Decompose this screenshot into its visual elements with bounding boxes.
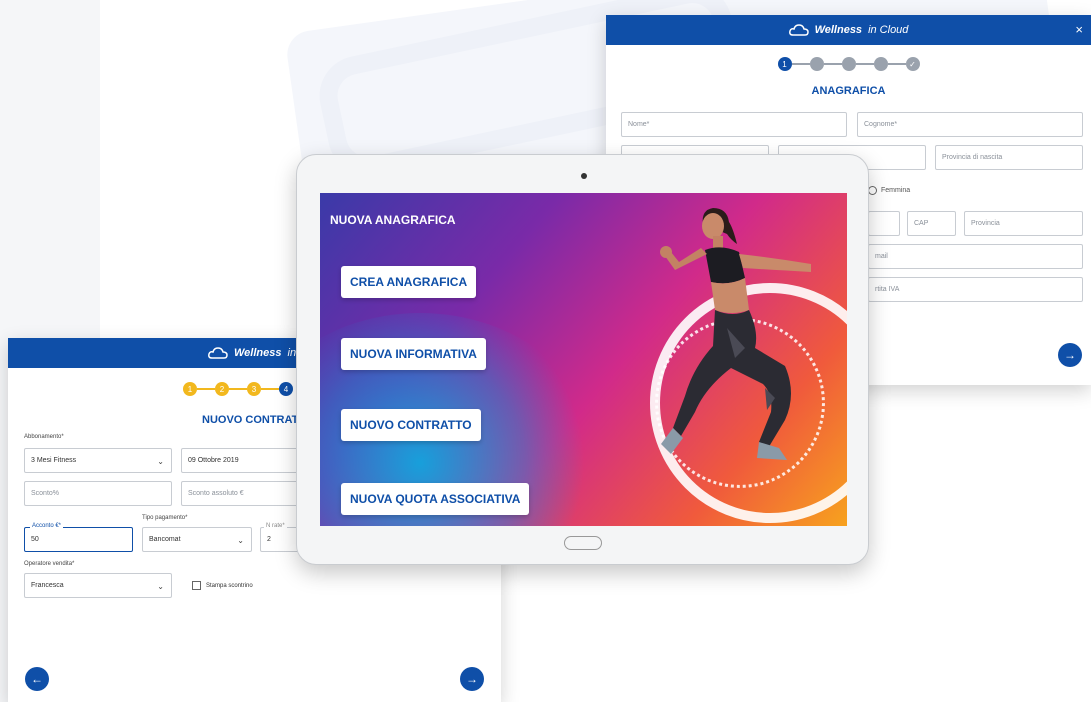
nuova-informativa-button[interactable]: NUOVA INFORMATIVA xyxy=(341,338,486,370)
acconto-value: 50 xyxy=(31,536,39,543)
brand-name-rest: in Cloud xyxy=(868,24,909,36)
tablet-device: NUOVA ANAGRAFICA CREA ANAGRAFICA NUOVA I… xyxy=(296,154,869,565)
step-connector xyxy=(197,388,215,390)
step-1[interactable]: 1 xyxy=(777,57,792,71)
step-connector xyxy=(791,63,810,65)
tablet-screen: NUOVA ANAGRAFICA CREA ANAGRAFICA NUOVA I… xyxy=(320,193,847,526)
step-3[interactable]: 3 xyxy=(247,382,261,396)
nuova-quota-associativa-button[interactable]: NUOVA QUOTA ASSOCIATIVA xyxy=(341,483,530,515)
stepper: 1 ✓ xyxy=(606,57,1091,71)
step-2[interactable]: 2 xyxy=(215,382,229,396)
next-button[interactable]: → xyxy=(1058,343,1082,367)
partita-iva-field[interactable]: rtita IVA xyxy=(868,277,1083,302)
crea-anagrafica-button[interactable]: CREA ANAGRAFICA xyxy=(341,266,477,298)
provincia-nascita-field[interactable]: Provincia di nascita xyxy=(935,145,1083,170)
email-field[interactable]: mail xyxy=(868,244,1083,269)
pagamento-value: Bancomat xyxy=(149,536,181,543)
abbonamento-select[interactable]: 3 Mesi Fitness ⌄ xyxy=(24,448,172,473)
screen-title: NUOVA ANAGRAFICA xyxy=(330,213,456,227)
abbonamento-value: 3 Mesi Fitness xyxy=(31,457,77,464)
provincia-field[interactable]: Provincia xyxy=(964,211,1083,236)
acconto-label: Acconto €* xyxy=(30,523,64,529)
rate-label: N rate* xyxy=(264,523,287,529)
sconto-assoluto-field[interactable]: Sconto assoluto € xyxy=(181,481,301,506)
cap-field[interactable]: CAP xyxy=(907,211,956,236)
next-button[interactable]: → xyxy=(460,667,484,691)
checkbox-label: Stampa scontrino xyxy=(206,582,253,589)
section-title: NUOVO CONTRATT xyxy=(202,414,306,426)
acconto-field[interactable]: 50 xyxy=(24,527,133,552)
sconto-percent-field[interactable]: Sconto% xyxy=(24,481,172,506)
step-2[interactable] xyxy=(809,57,824,71)
section-title: ANAGRAFICA xyxy=(811,85,886,97)
cloud-logo-icon xyxy=(788,24,809,36)
chevron-down-icon: ⌄ xyxy=(157,457,164,466)
chevron-down-icon: ⌄ xyxy=(237,536,244,545)
step-4[interactable] xyxy=(873,57,888,71)
step-connector xyxy=(229,388,247,390)
chevron-down-icon: ⌄ xyxy=(157,582,164,591)
rate-field[interactable]: 2 xyxy=(260,527,301,552)
tipo-pagamento-label: Tipo pagamento* xyxy=(142,515,188,521)
nuovo-contratto-button[interactable]: NUOVO CONTRATTO xyxy=(341,409,481,441)
data-field[interactable]: 09 Ottobre 2019 xyxy=(181,448,301,473)
radio-label: Femmina xyxy=(881,187,911,194)
step-connector xyxy=(855,63,874,65)
stepper: 1 2 3 4 xyxy=(183,382,293,396)
step-connector xyxy=(823,63,842,65)
window-header: Wellness in Cloud × xyxy=(606,15,1091,45)
brand-logo: Wellness in Cloud xyxy=(788,24,909,36)
nome-field[interactable]: Nome* xyxy=(621,112,847,137)
operatore-value: Francesca xyxy=(31,582,64,589)
step-1[interactable]: 1 xyxy=(183,382,197,396)
step-3[interactable] xyxy=(841,57,856,71)
radio-button[interactable] xyxy=(868,186,877,195)
close-icon[interactable]: × xyxy=(1075,22,1083,37)
prev-button[interactable]: ← xyxy=(25,667,49,691)
step-5-check[interactable]: ✓ xyxy=(905,57,920,71)
step-connector xyxy=(887,63,906,65)
checkbox[interactable] xyxy=(192,581,201,590)
brand-name-bold: Wellness xyxy=(234,347,282,359)
rate-value: 2 xyxy=(267,536,271,543)
abbonamento-label: Abbonamento* xyxy=(24,434,64,440)
cognome-field[interactable]: Cognome* xyxy=(857,112,1083,137)
stampa-scontrino[interactable]: Stampa scontrino xyxy=(192,581,253,590)
operatore-select[interactable]: Francesca ⌄ xyxy=(24,573,172,598)
operatore-label: Operatore vendita* xyxy=(24,561,75,567)
civico-field[interactable] xyxy=(868,211,900,236)
pagamento-select[interactable]: Bancomat ⌄ xyxy=(142,527,252,552)
cloud-logo-icon xyxy=(208,347,228,359)
brand-name-bold: Wellness xyxy=(814,24,863,36)
step-connector xyxy=(261,388,279,390)
gender-femmina[interactable]: Femmina xyxy=(868,186,910,195)
camera-icon xyxy=(581,173,587,179)
athlete-image xyxy=(660,208,811,460)
home-button[interactable] xyxy=(564,536,602,550)
step-4[interactable]: 4 xyxy=(279,382,293,396)
